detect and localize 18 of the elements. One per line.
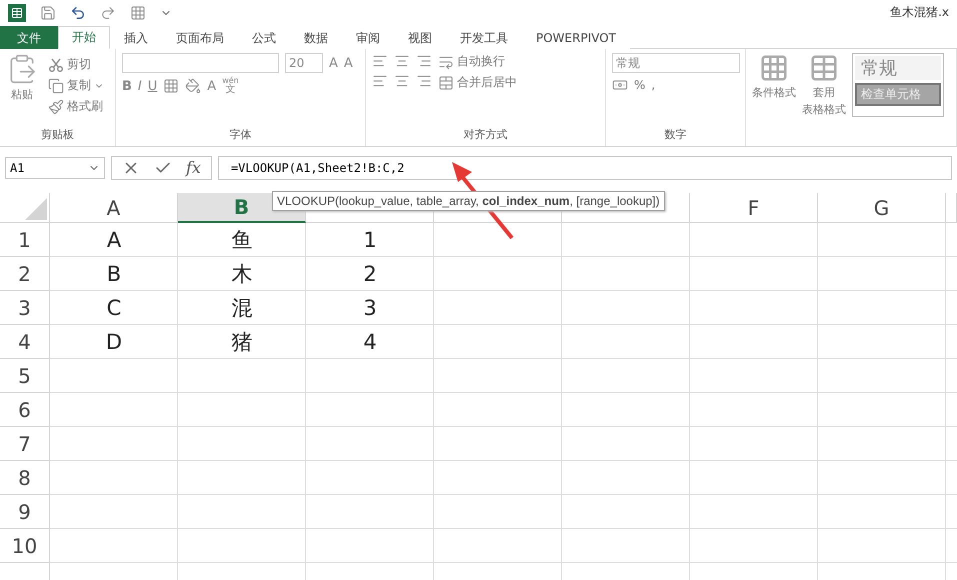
group-label: 对齐方式 — [462, 127, 508, 143]
group-label: 数字 — [664, 127, 688, 143]
window-title: 鱼木混猪.x — [890, 4, 949, 21]
group-label: 字体 — [228, 127, 252, 143]
table-cell-text: 混 — [230, 295, 254, 322]
table-cell-text: 2 — [362, 261, 378, 288]
table-cell-text: 3 — [362, 295, 378, 322]
table-cell-text: 鱼 — [230, 227, 254, 254]
table-cell-text: D — [104, 329, 124, 356]
group-label: 剪贴板 — [40, 127, 75, 143]
table-cell-text: 猪 — [230, 329, 254, 356]
table-cell-text: A — [106, 227, 122, 254]
table-cell-text: 木 — [230, 261, 254, 288]
table-cell-text: 4 — [362, 329, 378, 356]
table-cell-text: C — [106, 295, 122, 322]
table-cell-text: 1 — [362, 227, 378, 254]
function-tooltip: VLOOKUP(lookup_value, table_array, col_index_num, [range_lookup]) — [272, 191, 665, 211]
table-cell-text: B — [106, 261, 122, 288]
